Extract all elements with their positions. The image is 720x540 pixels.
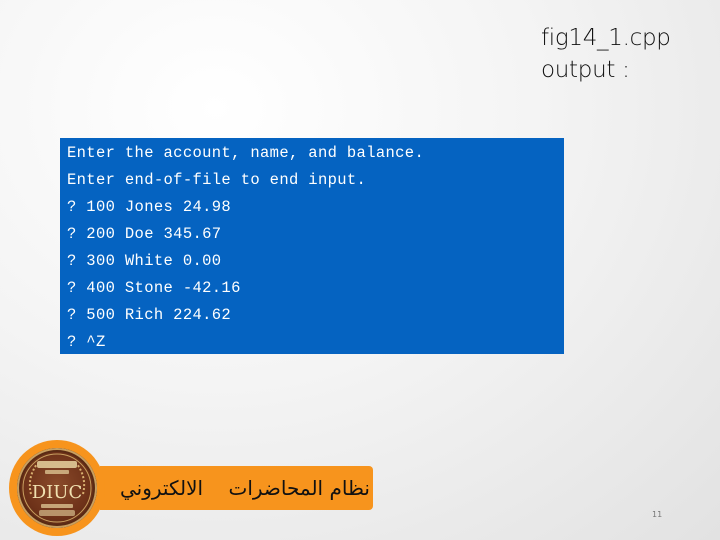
console-line: ? 400 Stone -42.16 — [67, 279, 241, 297]
console-line: ? ^Z — [67, 333, 106, 351]
lecture-system-banner: نظام المحاضرات الالكتروني — [100, 466, 373, 510]
console-line: ? 300 White 0.00 — [67, 252, 222, 270]
console-line: ? 500 Rich 224.62 — [67, 306, 232, 324]
slide-title-line-1: fig14_1.cpp — [541, 25, 671, 51]
console-output-box: Enter the account, name, and balance. En… — [60, 138, 564, 354]
seal-graphic: DIUC — [22, 453, 92, 523]
university-seal-icon: DIUC — [17, 448, 97, 528]
seal-letters: DIUC — [32, 482, 82, 503]
slide-title-line-2: output : — [541, 57, 630, 83]
banner-text: نظام المحاضرات الالكتروني — [120, 476, 370, 500]
slide-title: fig14_1.cpp output : — [541, 22, 671, 86]
console-line: Enter end-of-file to end input. — [67, 171, 367, 189]
console-line: ? 100 Jones 24.98 — [67, 198, 232, 216]
console-line: Enter the account, name, and balance. — [67, 144, 425, 162]
page-number: 11 — [652, 510, 663, 519]
console-line: ? 200 Doe 345.67 — [67, 225, 222, 243]
